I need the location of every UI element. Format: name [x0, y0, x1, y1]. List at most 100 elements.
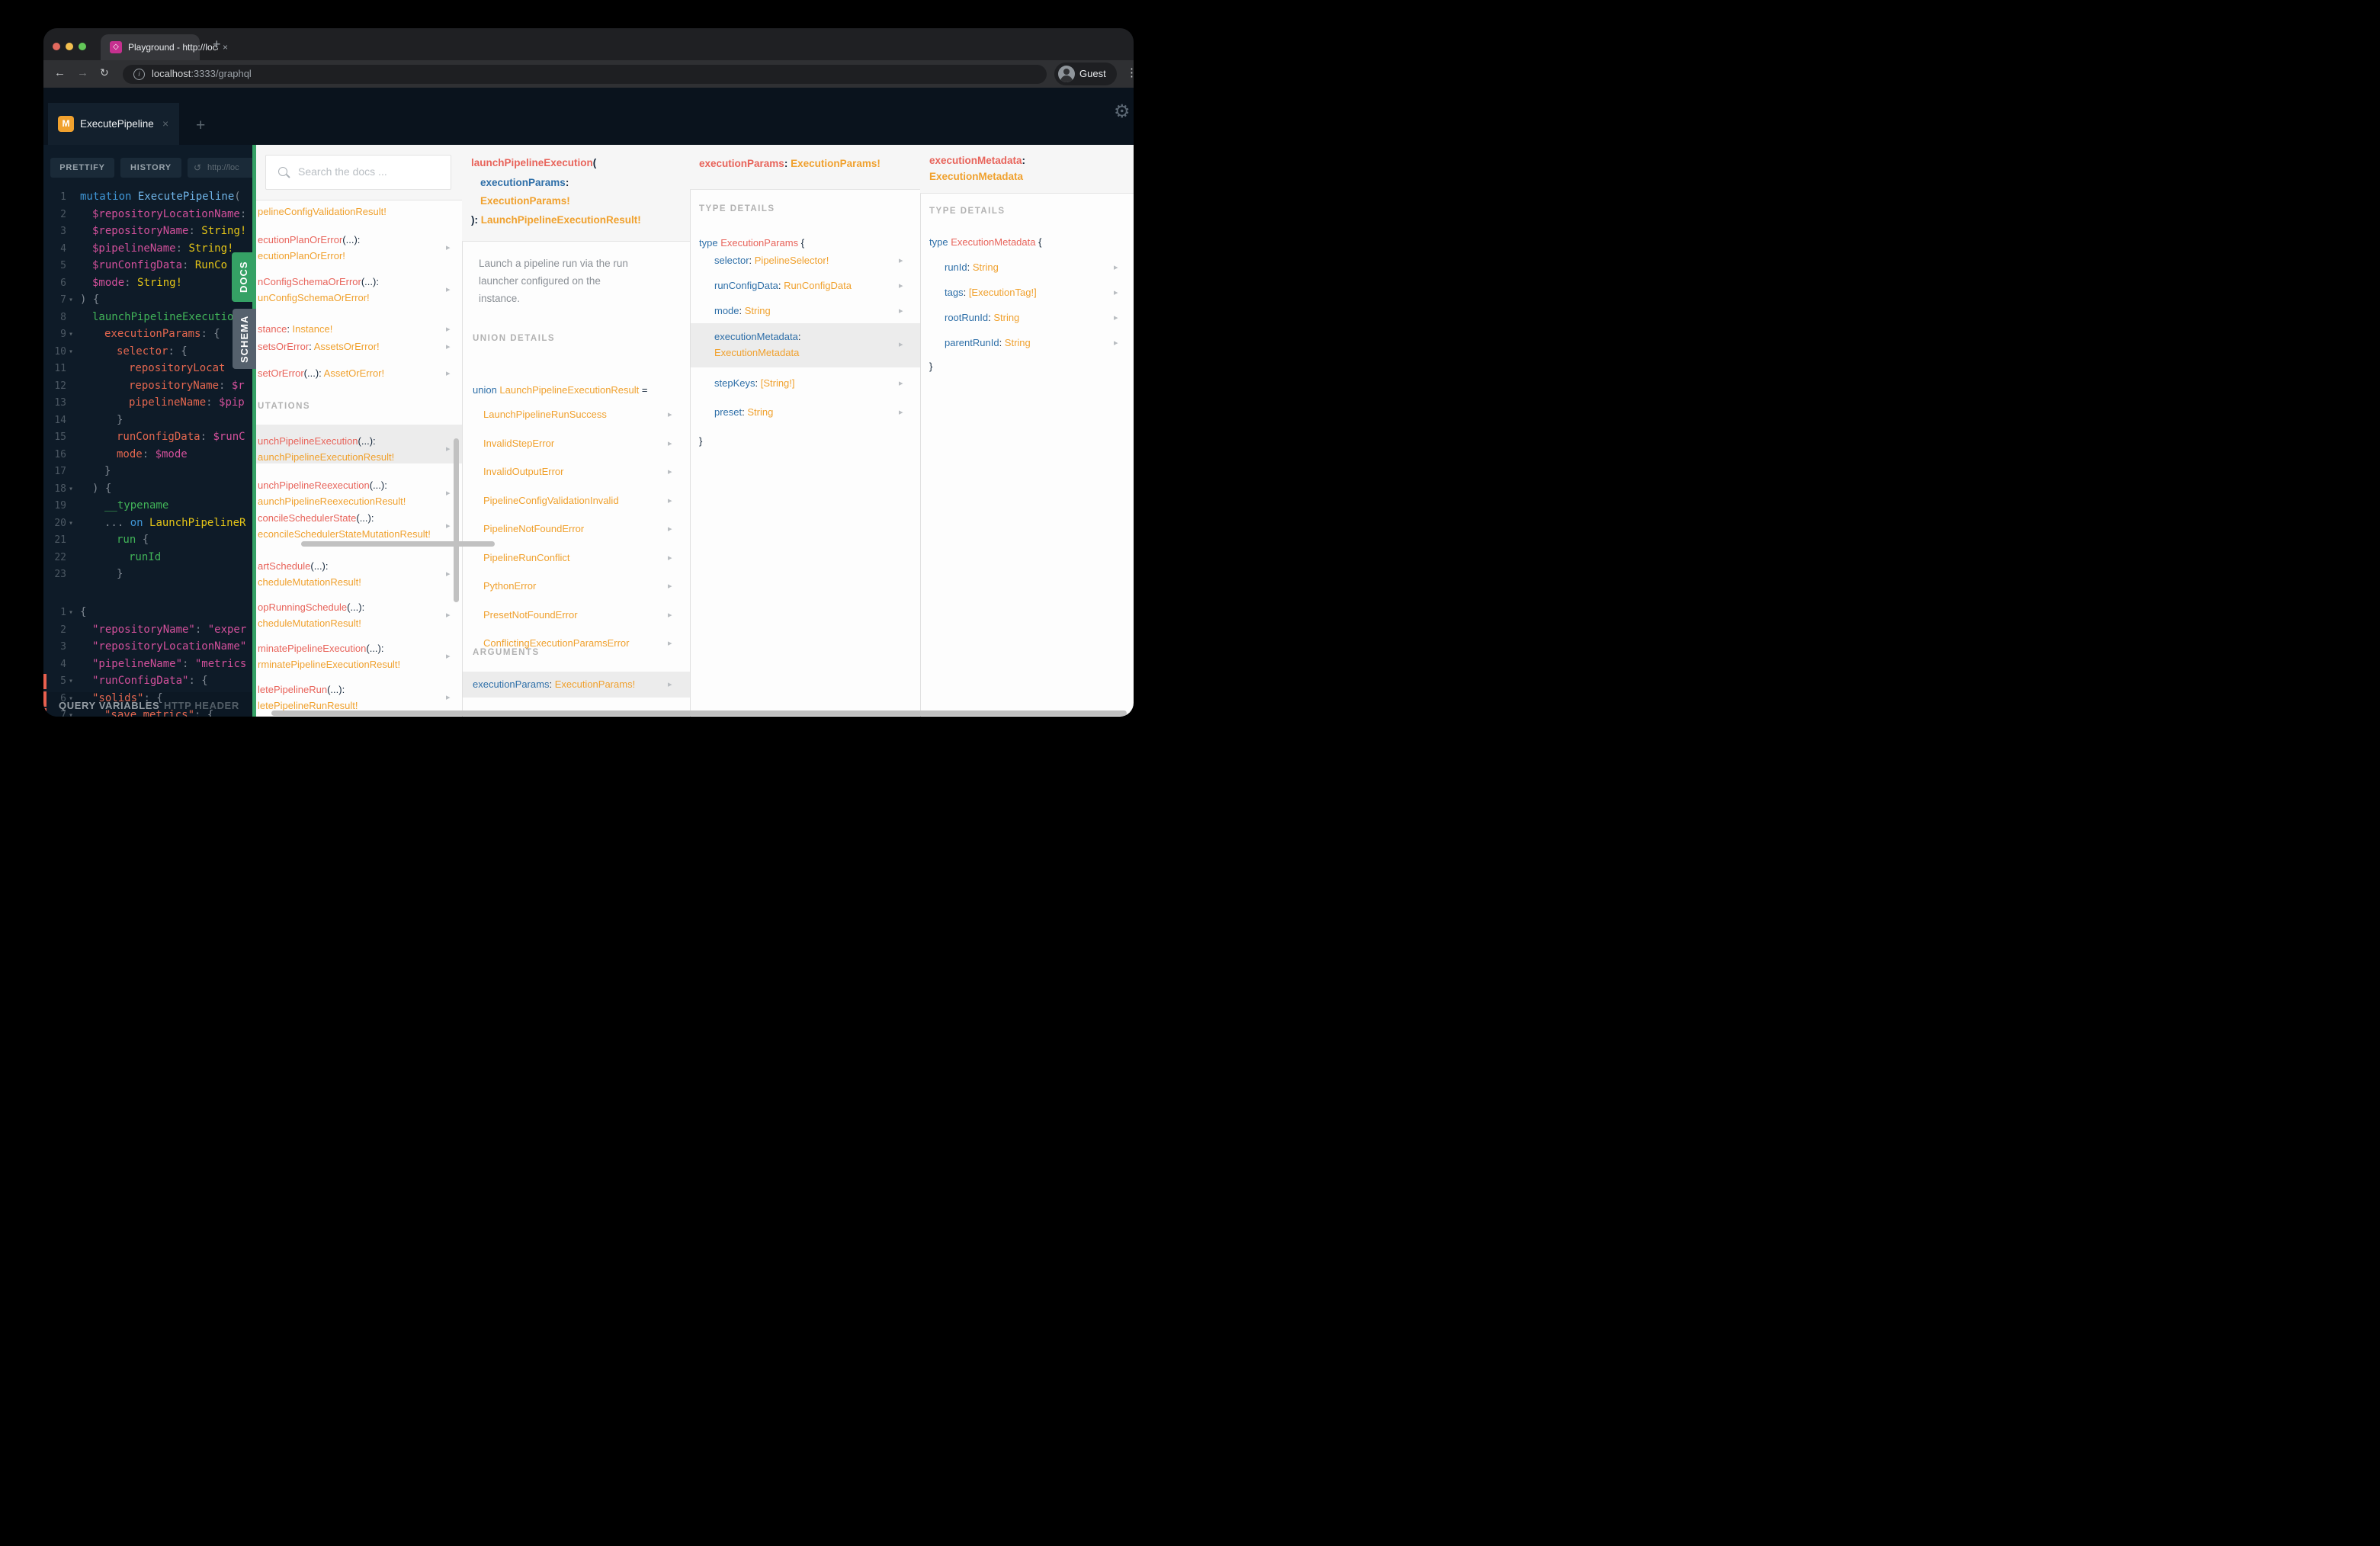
expand-arrow-icon[interactable]: ▸: [668, 467, 672, 476]
fold-arrow-icon[interactable]: ▾: [69, 690, 73, 707]
variables-line[interactable]: 4 "pipelineName": "metrics: [43, 656, 256, 673]
fold-arrow-icon[interactable]: ▾: [69, 326, 73, 343]
item-signature[interactable]: setsOrError: AssetsOrError!: [258, 341, 380, 352]
item-name[interactable]: opRunningSchedule(...):: [258, 601, 364, 613]
close-tab-icon[interactable]: ×: [223, 41, 228, 53]
variables-line[interactable]: 1 ▾ {: [43, 604, 256, 621]
fold-arrow-icon[interactable]: ▾: [69, 707, 73, 717]
expand-arrow-icon[interactable]: ▸: [446, 444, 451, 454]
expand-arrow-icon[interactable]: ▸: [446, 342, 451, 351]
browser-tab[interactable]: ◇ Playground - http://localhost:3 ×: [101, 34, 228, 60]
address-bar[interactable]: i localhost:3333/graphql: [123, 65, 1047, 84]
zoom-window-button[interactable]: [79, 43, 86, 50]
docs-list-item[interactable]: pelineConfigValidationResult!: [258, 206, 387, 217]
code-line[interactable]: 8 launchPipelineExecution(: [43, 309, 256, 326]
item-type[interactable]: aunchPipelineExecutionResult!: [258, 451, 394, 463]
code-line[interactable]: 13 pipelineName: $pip: [43, 394, 256, 412]
item-type[interactable]: letePipelineRunResult!: [258, 700, 358, 711]
endpoint-reload-icon[interactable]: ↺: [194, 158, 201, 178]
type-field[interactable]: mode: String: [714, 305, 771, 316]
code-line[interactable]: 1 mutation ExecutePipeline(: [43, 188, 256, 206]
union-member[interactable]: PipelineConfigValidationInvalid: [483, 495, 619, 506]
code-line[interactable]: 17}: [43, 463, 256, 480]
item-type[interactable]: cheduleMutationResult!: [258, 617, 361, 629]
code-line[interactable]: 11 repositoryLocat: [43, 360, 256, 377]
expand-arrow-icon[interactable]: ▸: [668, 638, 672, 648]
type-field[interactable]: tags: [ExecutionTag!]: [945, 287, 1037, 298]
expand-arrow-icon[interactable]: ▸: [1114, 262, 1118, 272]
code-line[interactable]: 23}: [43, 566, 256, 583]
type-field[interactable]: rootRunId: String: [945, 312, 1019, 323]
item-name[interactable]: minatePipelineExecution(...):: [258, 643, 383, 654]
item-name[interactable]: ecutionPlanOrError(...):: [258, 234, 360, 245]
item-type[interactable]: ecutionPlanOrError!: [258, 250, 345, 261]
code-line[interactable]: 4 $pipelineName: String!: [43, 240, 256, 258]
fold-arrow-icon[interactable]: ▾: [69, 515, 73, 532]
expand-arrow-icon[interactable]: ▸: [668, 438, 672, 448]
type-field[interactable]: runId: String: [945, 261, 999, 273]
item-type[interactable]: aunchPipelineReexecutionResult!: [258, 496, 406, 507]
code-line[interactable]: 22 runId: [43, 549, 256, 566]
code-line[interactable]: 7 ▾) {: [43, 291, 256, 309]
type-field[interactable]: parentRunId: String: [945, 337, 1031, 348]
expand-arrow-icon[interactable]: ▸: [668, 610, 672, 620]
type-field[interactable]: preset: String: [714, 406, 773, 418]
minimize-window-button[interactable]: [66, 43, 73, 50]
union-member[interactable]: InvalidOutputError: [483, 466, 564, 477]
item-type[interactable]: rminatePipelineExecutionResult!: [258, 659, 400, 670]
fold-arrow-icon[interactable]: ▾: [69, 672, 73, 690]
expand-arrow-icon[interactable]: ▸: [899, 378, 903, 388]
code-line[interactable]: 19 __typename: [43, 497, 256, 515]
expand-arrow-icon[interactable]: ▸: [446, 242, 451, 252]
forward-icon[interactable]: →: [77, 66, 88, 79]
expand-arrow-icon[interactable]: ▸: [668, 679, 672, 689]
new-tab-button[interactable]: +: [213, 37, 221, 51]
playground-tab-close-icon[interactable]: ×: [162, 117, 168, 130]
item-name[interactable]: artSchedule(...):: [258, 560, 329, 572]
expand-arrow-icon[interactable]: ▸: [668, 553, 672, 563]
back-icon[interactable]: ←: [54, 66, 66, 79]
item-name[interactable]: concileSchedulerState(...):: [258, 512, 374, 524]
endpoint-input[interactable]: ↺ http://loc: [188, 158, 256, 178]
code-line[interactable]: 14}: [43, 412, 256, 429]
expand-arrow-icon[interactable]: ▸: [1114, 313, 1118, 322]
code-line[interactable]: 3 $repositoryName: String!: [43, 223, 256, 240]
expand-arrow-icon[interactable]: ▸: [899, 306, 903, 316]
code-line[interactable]: 18 ▾) {: [43, 480, 256, 498]
fold-arrow-icon[interactable]: ▾: [69, 291, 73, 309]
expand-arrow-icon[interactable]: ▸: [899, 407, 903, 417]
variables-line[interactable]: 2 "repositoryName": "exper: [43, 621, 256, 639]
type-field-type[interactable]: ExecutionMetadata: [714, 347, 799, 358]
prettify-button[interactable]: PRETTIFY: [50, 158, 114, 178]
expand-arrow-icon[interactable]: ▸: [446, 488, 451, 498]
expand-arrow-icon[interactable]: ▸: [668, 524, 672, 534]
code-line[interactable]: 16 mode: $mode: [43, 446, 256, 463]
page-info-icon[interactable]: i: [133, 69, 145, 80]
fold-arrow-icon[interactable]: ▾: [69, 343, 73, 361]
union-member[interactable]: InvalidStepError: [483, 438, 554, 449]
expand-arrow-icon[interactable]: ▸: [446, 692, 451, 702]
expand-arrow-icon[interactable]: ▸: [1114, 287, 1118, 297]
union-member[interactable]: PipelineNotFoundError: [483, 523, 584, 534]
union-member[interactable]: PresetNotFoundError: [483, 609, 578, 621]
docs-list-vertical-scrollbar[interactable]: [454, 438, 459, 602]
code-line[interactable]: 10 ▾ selector: {: [43, 343, 256, 361]
code-line[interactable]: 6 $mode: String!: [43, 274, 256, 292]
union-member[interactable]: LaunchPipelineRunSuccess: [483, 409, 607, 420]
expand-arrow-icon[interactable]: ▸: [899, 339, 903, 349]
union-member[interactable]: ConflictingExecutionParamsError: [483, 637, 629, 649]
item-type[interactable]: cheduleMutationResult!: [258, 576, 361, 588]
settings-gear-icon[interactable]: ⚙: [1114, 101, 1131, 123]
browser-menu-icon[interactable]: ⋮: [1126, 66, 1134, 79]
docs-search-box[interactable]: [265, 155, 451, 190]
fold-arrow-icon[interactable]: ▾: [69, 604, 73, 621]
docs-panel-edge[interactable]: [252, 145, 256, 717]
docs-list-horizontal-scrollbar[interactable]: [301, 541, 495, 547]
expand-arrow-icon[interactable]: ▸: [446, 324, 451, 334]
expand-arrow-icon[interactable]: ▸: [446, 284, 451, 294]
type-field[interactable]: runConfigData: RunConfigData: [714, 280, 852, 291]
item-name[interactable]: unchPipelineExecution(...):: [258, 435, 376, 447]
playground-tab[interactable]: M ExecutePipeline ×: [48, 103, 179, 145]
tab-docs[interactable]: DOCS: [232, 252, 256, 302]
type-field-name[interactable]: executionMetadata:: [714, 331, 800, 342]
